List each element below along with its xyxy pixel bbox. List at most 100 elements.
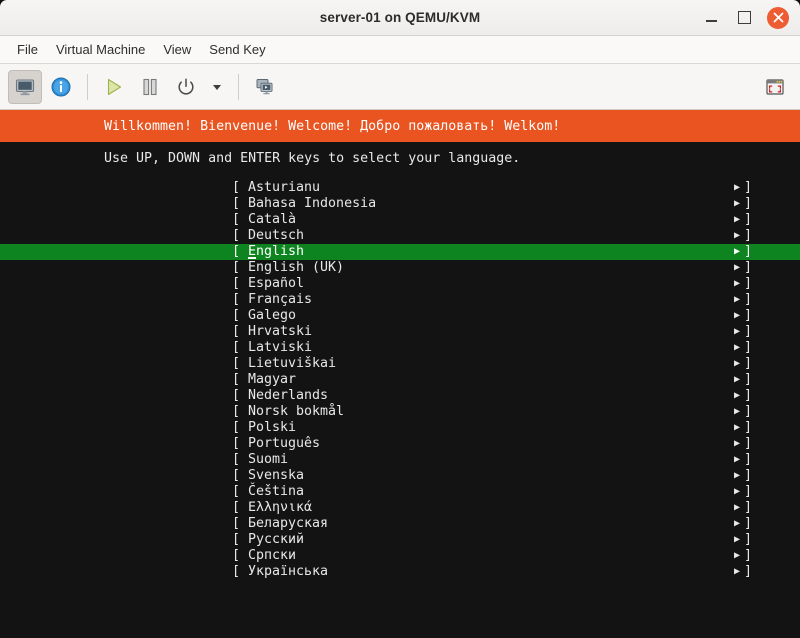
power-icon [178,77,194,94]
bracket-left: [ [231,420,240,435]
language-option-label: Asturianu [248,180,321,195]
menu-item-send-key[interactable]: Send Key [200,39,274,60]
instruction-text: Use UP, DOWN and ENTER keys to select yo… [104,151,521,166]
language-option-label: Português [248,436,321,451]
language-option-label: Français [248,292,313,307]
language-list[interactable]: [Asturianu ▶] [Bahasa Indonesia ▶] [Català ▶]… [0,180,800,580]
submenu-arrow-icon: ▶ [733,230,741,241]
language-option[interactable]: [ Norsk bokmål ▶] [0,404,800,420]
bracket-left: [ [231,308,240,323]
fullscreen-button[interactable] [758,70,792,104]
minimize-button[interactable] [701,8,721,28]
language-option[interactable]: [Беларуская ▶] [0,516,800,532]
submenu-arrow-icon: ▶ [733,310,741,321]
maximize-button[interactable] [734,8,754,28]
submenu-arrow-icon: ▶ [733,518,741,529]
details-view-button[interactable] [44,70,78,104]
title-bar: server-01 on QEMU/KVM [0,0,800,36]
vm-console-screen[interactable]: Willkommen! Bienvenue! Welcome! Добро по… [0,110,800,638]
submenu-arrow-icon: ▶ [733,294,741,305]
submenu-arrow-icon: ▶ [733,342,741,353]
bracket-right: ] [744,276,753,291]
language-option[interactable]: [English (UK) ▶] [0,260,800,276]
run-button[interactable] [97,70,131,104]
bracket-right: ] [744,372,753,387]
language-option-label: Español [248,276,305,291]
language-option[interactable]: [Hrvatski ▶] [0,324,800,340]
submenu-arrow-icon: ▶ [733,262,741,273]
bracket-left: [ [231,356,240,371]
language-option-label: Norsk bokmål [248,404,345,419]
language-option[interactable]: [Čeština ▶] [0,484,800,500]
language-option[interactable]: [Magyar ▶] [0,372,800,388]
language-option-label: Magyar [248,372,297,387]
bracket-left: [ [231,564,240,579]
bracket-right: ] [744,420,753,435]
submenu-arrow-icon: ▶ [733,358,741,369]
menu-item-view[interactable]: View [154,39,200,60]
language-option[interactable]: [Português ▶] [0,436,800,452]
language-option[interactable]: [Español ▶] [0,276,800,292]
language-option[interactable]: [ Galego ▶] [0,308,800,324]
bracket-right: ] [744,404,753,419]
menu-item-file[interactable]: File [8,39,47,60]
bracket-left: [ [231,532,240,547]
language-option[interactable]: [Nederlands ▶] [0,388,800,404]
shutdown-menu-button[interactable] [205,70,229,104]
submenu-arrow-icon: ▶ [733,486,741,497]
shutdown-button[interactable] [169,70,203,104]
pause-button[interactable] [133,70,167,104]
info-icon [51,77,71,96]
minimize-icon [705,20,717,22]
language-option-label: Українська [248,564,329,579]
maximize-icon [737,11,751,24]
bracket-left: [ [231,324,240,339]
language-option[interactable]: [Deutsch ▶] [0,228,800,244]
tool-bar [0,64,800,110]
language-option[interactable]: [Ελληνικά ▶] [0,500,800,516]
language-option[interactable]: [Lietuviškai ▶] [0,356,800,372]
submenu-arrow-icon: ▶ [733,454,741,465]
submenu-arrow-icon: ▶ [733,326,741,337]
language-option[interactable]: [Français ▶] [0,292,800,308]
language-option-label: English [248,244,305,259]
bracket-left: [ [231,500,240,515]
language-option-label: Polski [248,420,297,435]
bracket-left: [ [231,260,240,275]
language-option[interactable]: [ Polski ▶] [0,420,800,436]
submenu-arrow-icon: ▶ [733,566,741,577]
submenu-arrow-icon: ▶ [733,246,741,257]
language-option[interactable]: [Asturianu ▶] [0,180,800,196]
displays-icon [256,78,273,94]
language-option[interactable]: [Українська ▶] [0,564,800,580]
console-view-button[interactable] [8,69,42,104]
language-option[interactable]: [English ▶] [0,244,800,260]
bracket-left: [ [231,516,240,531]
language-option-label: Русский [248,532,305,547]
language-option[interactable]: [Svenska ▶] [0,468,800,484]
submenu-arrow-icon: ▶ [733,422,741,433]
language-option-label: Nederlands [248,388,329,403]
language-option[interactable]: [Српски ▶] [0,548,800,564]
submenu-arrow-icon: ▶ [733,406,741,417]
language-option-label: Deutsch [248,228,305,243]
language-option[interactable]: [Suomi ▶] [0,452,800,468]
menu-item-virtual-machine[interactable]: Virtual Machine [47,39,154,60]
snapshots-button[interactable] [248,70,282,104]
close-button[interactable] [767,6,789,29]
language-option-label: Galego [248,308,297,323]
language-option[interactable]: [Bahasa Indonesia ▶] [0,196,800,212]
language-option-label: Suomi [248,452,289,467]
submenu-arrow-icon: ▶ [733,550,741,561]
bracket-right: ] [744,308,753,323]
bracket-left: [ [231,404,240,419]
bracket-left: [ [231,244,240,259]
language-option-label: English (UK) [248,260,345,275]
language-option[interactable]: [Català ▶] [0,212,800,228]
submenu-arrow-icon: ▶ [733,214,741,225]
submenu-arrow-icon: ▶ [733,198,741,209]
bracket-right: ] [744,548,753,563]
bracket-right: ] [744,452,753,467]
language-option[interactable]: [Русский ▶] [0,532,800,548]
language-option[interactable]: [Latviski ▶] [0,340,800,356]
